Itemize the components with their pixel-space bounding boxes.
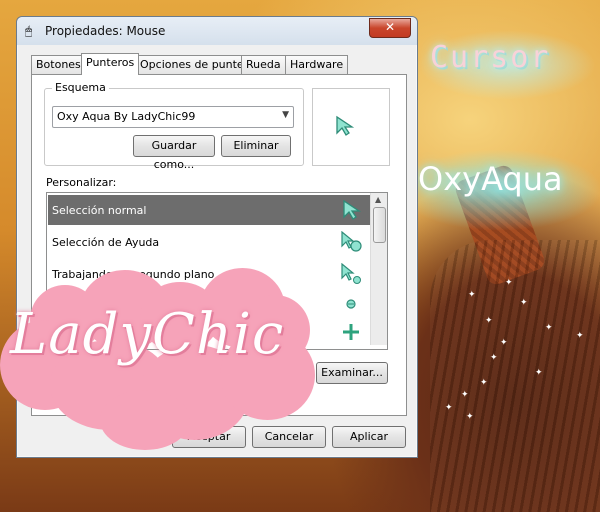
working-cursor-icon <box>341 263 361 284</box>
bird-icon: ✦ <box>535 368 543 378</box>
chevron-down-icon: ▼ <box>282 110 289 120</box>
apply-button[interactable]: Aplicar <box>332 426 406 448</box>
bird-icon: ✦ <box>480 378 488 388</box>
bird-icon: ✦ <box>490 353 498 363</box>
list-scrollbar[interactable]: ▲ <box>370 193 387 345</box>
arrow-cursor-icon <box>336 115 355 136</box>
list-item-label: Selección normal <box>52 204 147 217</box>
scheme-dropdown-value: Oxy Aqua By LadyChic99 <box>57 110 196 123</box>
bird-icon: ✦ <box>485 316 493 326</box>
bird-icon: ✦ <box>500 338 508 348</box>
crosshair-cursor-icon <box>343 324 359 340</box>
cursor-title-text: Cursor <box>430 40 551 75</box>
bird-icon: ✦ <box>468 290 476 300</box>
bird-icon: ✦ <box>545 323 553 333</box>
bird-icon: ✦ <box>466 412 474 422</box>
tab-botones[interactable]: Botones <box>31 55 86 74</box>
customize-label: Personalizar: <box>46 176 117 189</box>
window-title: Propiedades: Mouse <box>45 24 166 38</box>
title-bar: 🖱 Propiedades: Mouse ✕ <box>17 17 417 45</box>
pink-blob <box>100 390 190 450</box>
arrow-cursor-icon <box>343 199 362 220</box>
bird-icon: ✦ <box>461 390 469 400</box>
background-knit-sweater <box>430 240 600 512</box>
close-button[interactable]: ✕ <box>369 18 411 38</box>
bird-icon: ✦ <box>520 298 528 308</box>
delete-button[interactable]: Eliminar <box>221 135 291 157</box>
tab-hardware[interactable]: Hardware <box>285 55 349 74</box>
tab-rueda[interactable]: Rueda <box>241 55 286 74</box>
scrollbar-thumb[interactable] <box>373 207 386 243</box>
scroll-up-icon[interactable]: ▲ <box>375 195 381 204</box>
scheme-group-label: Esquema <box>52 81 109 94</box>
mouse-icon: 🖱 <box>25 24 33 38</box>
list-item[interactable]: Selección de Ayuda <box>48 227 370 257</box>
cursor-preview <box>312 88 390 166</box>
bird-icon: ✦ <box>445 403 453 413</box>
browse-button[interactable]: Examinar... <box>316 362 388 384</box>
scheme-dropdown[interactable]: Oxy Aqua By LadyChic99 ▼ <box>52 106 294 128</box>
bird-icon: ✦ <box>576 331 584 341</box>
ladychic-title-text: LadyChic <box>10 302 285 367</box>
help-cursor-icon <box>341 231 362 252</box>
save-as-button[interactable]: Guardar como... <box>133 135 215 171</box>
oxyaqua-title-text: OxyAqua <box>418 160 563 198</box>
cancel-button[interactable]: Cancelar <box>252 426 326 448</box>
bird-icon: ✦ <box>505 278 513 288</box>
list-item-label: Selección de Ayuda <box>52 236 160 249</box>
tab-punteros[interactable]: Punteros <box>81 53 140 75</box>
busy-cursor-icon <box>346 299 356 309</box>
list-item[interactable]: Selección normal <box>48 195 370 225</box>
